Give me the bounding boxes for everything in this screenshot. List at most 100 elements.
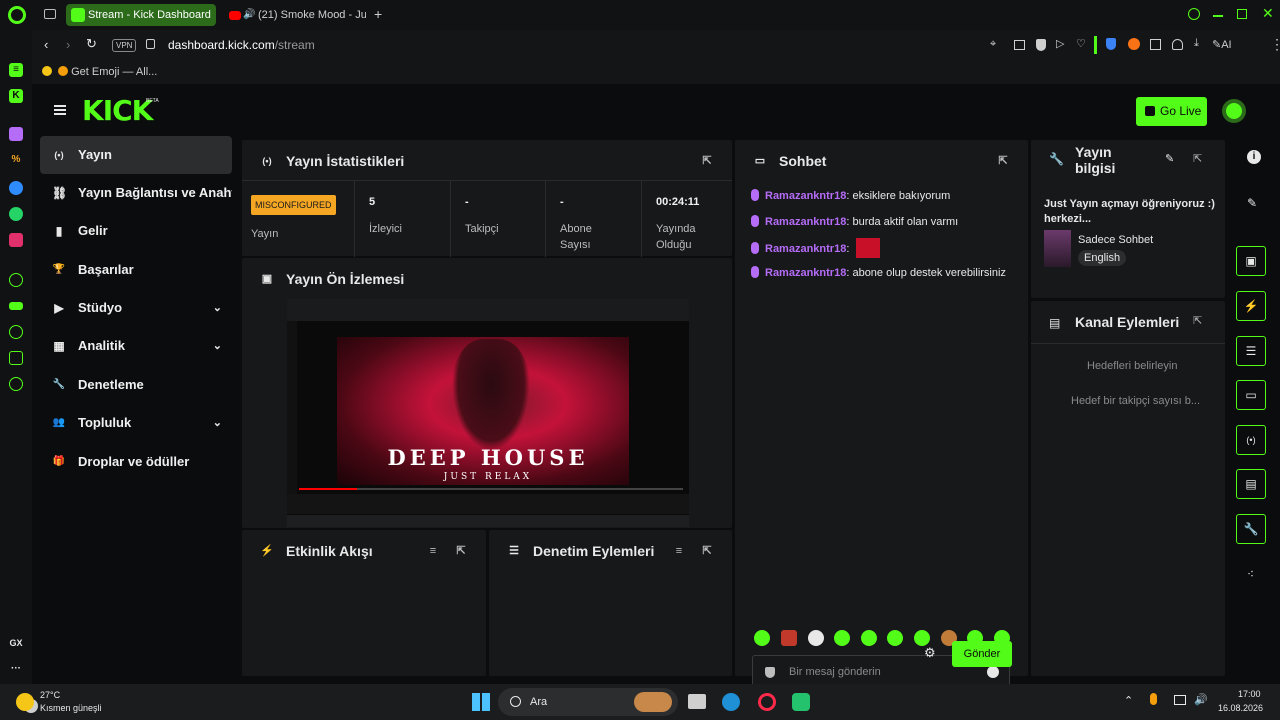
nav-item-gelir[interactable]: ▮ Gelir <box>40 212 232 250</box>
player-icon[interactable] <box>9 273 23 287</box>
popout-icon[interactable]: ⇱ <box>700 544 714 558</box>
vpn-badge[interactable]: VPN <box>112 39 137 52</box>
nav-item-topluluk[interactable]: 👥 Topluluk ⌄ <box>40 404 232 442</box>
snapshot-icon[interactable] <box>1014 40 1025 50</box>
filter-icon[interactable]: ≡ <box>426 544 440 558</box>
chat-settings-icon[interactable]: ⚙ <box>924 646 938 660</box>
start-icon[interactable] <box>472 693 490 711</box>
chat-username[interactable]: Ramazankntr18 <box>765 216 846 228</box>
twitch-icon[interactable] <box>9 127 23 141</box>
nav-item-studyo[interactable]: ▶ Stüdyo ⌄ <box>40 289 232 327</box>
filter-icon[interactable]: ≡ <box>672 544 686 558</box>
rail-activity-button[interactable]: ⚡ <box>1236 291 1266 321</box>
maximize-icon[interactable] <box>1237 9 1247 19</box>
minimize-icon[interactable] <box>1213 15 1223 17</box>
mic-icon[interactable] <box>1150 693 1157 705</box>
rail-moderation-button[interactable]: ☰ <box>1236 336 1266 366</box>
menu-dots-icon[interactable]: ⋮ <box>1270 36 1280 53</box>
ai-button[interactable]: ✎AI <box>1212 38 1232 51</box>
emote-3[interactable] <box>808 630 824 646</box>
nav-item-denetleme[interactable]: 🔧 Denetleme <box>40 366 232 404</box>
reload-icon[interactable]: ↻ <box>86 36 97 52</box>
emote-6[interactable] <box>887 630 903 646</box>
avatar[interactable] <box>1222 99 1246 123</box>
chat-message[interactable]: Ramazankntr18: eksiklere bakıyorum <box>751 187 1013 205</box>
edge-icon[interactable] <box>722 693 740 711</box>
taskbar-search[interactable]: Ara <box>498 688 678 716</box>
chat-message[interactable]: Ramazankntr18: burda aktif olan varmı <box>751 213 1013 231</box>
emote-7[interactable] <box>914 630 930 646</box>
hamburger-icon[interactable] <box>54 105 66 115</box>
popout-icon[interactable]: ⇱ <box>454 544 468 558</box>
emoji-icon[interactable] <box>987 666 999 678</box>
forward-icon[interactable]: › <box>66 37 70 52</box>
emote-5[interactable] <box>861 630 877 646</box>
close-icon[interactable]: ✕ <box>1262 5 1274 22</box>
app-icon[interactable] <box>792 693 810 711</box>
rail-chat-button[interactable]: ▭ <box>1236 380 1266 410</box>
opera-logo[interactable] <box>8 6 26 24</box>
pin-icon[interactable]: ⌖ <box>990 38 996 51</box>
chat-message[interactable]: Ramazankntr18: abone olup destek verebil… <box>751 264 1013 282</box>
extensions-icon[interactable] <box>9 351 23 365</box>
popout-icon[interactable]: ⇱ <box>700 154 714 168</box>
chat-message[interactable]: Ramazankntr18: <box>751 238 1013 258</box>
share-icon[interactable]: ⁖ <box>1247 567 1254 581</box>
rail-preview-button[interactable]: ▣ <box>1236 246 1266 276</box>
shield-icon[interactable] <box>1036 39 1046 51</box>
info-icon[interactable]: i <box>1247 150 1261 164</box>
nav-item-stream-key[interactable]: ⛓ Yayın Bağlantısı ve Anahtarı <box>40 174 232 212</box>
play-icon[interactable]: ▷ <box>1056 37 1064 50</box>
download-icon[interactable]: ⤓ <box>1194 37 1199 50</box>
more-icon[interactable]: ··· <box>9 662 23 676</box>
tray-chevron-icon[interactable]: ⌃ <box>1124 694 1133 707</box>
category-label[interactable]: Sadece Sohbet <box>1078 234 1153 246</box>
kick-logo[interactable]: KICK <box>82 94 153 127</box>
chevron-down-icon[interactable]: ⌄ <box>213 327 222 365</box>
chat-username[interactable]: Ramazankntr18 <box>765 243 846 255</box>
opera-gx-icon[interactable] <box>758 693 776 711</box>
edit-layout-icon[interactable]: ✎ <box>1247 196 1257 210</box>
go-live-button[interactable]: Go Live <box>1136 97 1207 126</box>
messenger-icon[interactable] <box>9 181 23 195</box>
whatsapp-icon[interactable] <box>9 207 23 221</box>
rail-channel-button[interactable]: ▤ <box>1236 469 1266 499</box>
ext-person-icon[interactable] <box>1172 39 1183 50</box>
popout-icon[interactable]: ⇱ <box>1193 314 1202 327</box>
edit-icon[interactable]: ✎ <box>1165 152 1174 165</box>
chat-username[interactable]: Ramazankntr18 <box>765 190 846 202</box>
new-tab-button[interactable]: + <box>374 6 382 22</box>
url-field[interactable]: dashboard.kick.com/stream <box>168 38 315 52</box>
kick-sidebar-icon[interactable]: K <box>9 89 23 103</box>
rail-info-button[interactable]: 🔧 <box>1236 514 1266 544</box>
search-tabs-icon[interactable] <box>1188 8 1200 20</box>
ext-fox-icon[interactable] <box>1128 38 1140 50</box>
popout-icon[interactable]: ⇱ <box>996 154 1010 168</box>
gx-icon[interactable]: GX <box>9 636 23 650</box>
chat-username[interactable]: Ramazankntr18 <box>765 267 846 279</box>
volume-icon[interactable]: 🔊 <box>1194 693 1208 706</box>
weather-icon[interactable] <box>16 693 34 711</box>
workspace-icon[interactable]: ≡ <box>9 63 23 77</box>
popout-icon[interactable]: ⇱ <box>1193 152 1202 165</box>
heart-icon[interactable]: ♡ <box>1076 37 1086 50</box>
file-explorer-icon[interactable] <box>688 694 706 709</box>
emote-1[interactable] <box>754 630 770 646</box>
ext-puzzle-icon[interactable] <box>1150 39 1161 50</box>
nav-item-yayin[interactable]: (•) Yayın <box>40 136 232 174</box>
emote-2[interactable] <box>781 630 797 646</box>
tab-youtube-smoke-mood[interactable]: 🔊 (21) Smoke Mood - Just <box>224 4 366 26</box>
wallet-icon[interactable] <box>9 302 23 310</box>
nav-item-droplar[interactable]: 🎁 Droplar ve ödüller <box>40 443 232 481</box>
nav-item-basarilar[interactable]: 🏆 Başarılar <box>40 251 232 289</box>
history-icon[interactable] <box>9 325 23 339</box>
set-goals-button[interactable]: Hedefleri belirleyin <box>1087 360 1178 372</box>
percent-icon[interactable]: % <box>9 153 23 167</box>
ext-shield-icon[interactable] <box>1106 38 1116 50</box>
rail-stats-button[interactable]: (•) <box>1236 425 1266 455</box>
emote-4[interactable] <box>834 630 850 646</box>
tab-kick-dashboard[interactable]: Stream - Kick Dashboard <box>66 4 216 26</box>
back-icon[interactable]: ‹ <box>44 37 48 52</box>
preview-video[interactable]: DEEP HOUSE JUST RELAX <box>287 299 689 527</box>
chevron-down-icon[interactable]: ⌄ <box>213 404 222 442</box>
